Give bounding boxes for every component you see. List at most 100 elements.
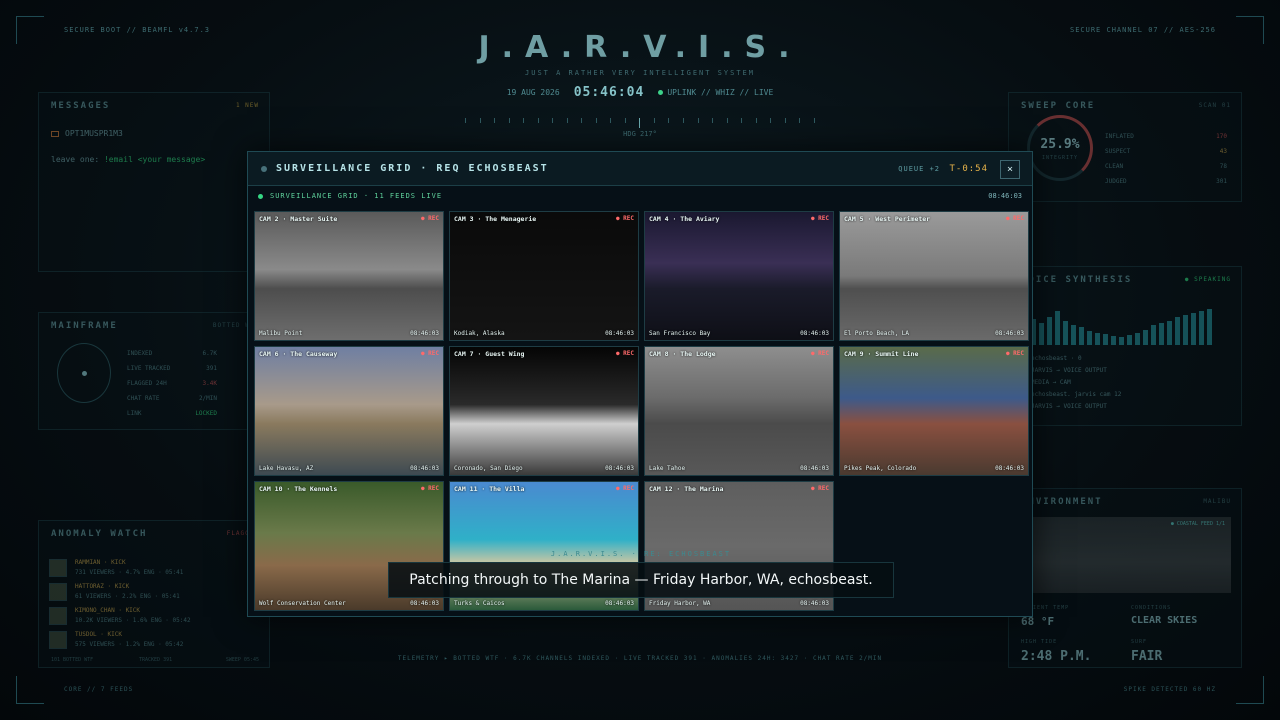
message-sender: OPT1MUSPR1M3	[51, 129, 123, 138]
rec-indicator: ● REC	[420, 215, 439, 222]
sweep-core-panel: SWEEP CORE SCAN 01 25.9% INTEGRITY INFLA…	[1008, 92, 1242, 202]
waveform-bar	[1079, 327, 1084, 345]
rec-indicator: ● REC	[810, 350, 829, 357]
rec-indicator: ● REC	[420, 350, 439, 357]
clock-readout: 05:46:04	[573, 85, 645, 100]
frame-corner	[16, 676, 44, 704]
uplink-status: UPLINK // WHIZ // LIVE	[658, 88, 773, 97]
waveform-bar	[1183, 315, 1188, 345]
camera-name: CAM 9 · Summit Line	[844, 350, 919, 358]
camera-tile[interactable]: CAM 5 · West Perimeter ● REC El Porto Beac…	[839, 211, 1029, 341]
waveform-bar	[1111, 336, 1116, 345]
panel-tag: SCAN 01	[1198, 102, 1231, 109]
camera-tile[interactable]: CAM 7 · Guest Wing ● REC Coronado, San Die…	[449, 346, 639, 476]
anomaly-panel: ANOMALY WATCH FLAGGED RAMMIAN · KICK 731 …	[38, 520, 270, 668]
camera-name: CAM 2 · Master Suite	[259, 215, 338, 223]
rec-indicator: ● REC	[420, 485, 439, 492]
brand-header: J.A.R.V.I.S. JUST A RATHER VERY INTELLIG…	[0, 30, 1280, 100]
frame-corner	[1236, 676, 1264, 704]
grid-time: 08:46:03	[988, 192, 1022, 200]
rec-indicator: ● REC	[615, 215, 634, 222]
waveform-bar	[1167, 321, 1172, 345]
camera-location: San Francisco Bay	[649, 330, 711, 337]
caption-source: J.A.R.V.I.S. · RE: ECHOSBEAST	[550, 550, 732, 558]
app-title: J.A.R.V.I.S.	[478, 30, 802, 65]
camera-timestamp: 08:46:03	[995, 465, 1024, 472]
camera-location: Lake Tahoe	[649, 465, 686, 472]
messages-badge: 1 NEW	[235, 102, 259, 109]
waveform-bar	[1207, 309, 1212, 345]
camera-tile[interactable]: CAM 8 · The Lodge ● REC Lake Tahoe 08:46:03	[644, 346, 834, 476]
waveform-bar	[1087, 331, 1092, 345]
camera-timestamp: 08:46:03	[605, 465, 634, 472]
camera-location: El Porto Beach, LA	[844, 330, 910, 337]
footer-status: SPIKE DETECTED 60 HZ	[1123, 686, 1216, 693]
channel-avatar	[49, 583, 67, 601]
stat-row: CHAT RATE 2/MIN	[127, 395, 217, 402]
voice-caption: J.A.R.V.I.S. · RE: ECHOSBEAST Patching t…	[388, 550, 894, 598]
conditions-label: CONDITIONS	[1131, 605, 1172, 611]
camera-location: Friday Harbor, WA	[649, 600, 711, 607]
panel-title: MESSAGES	[51, 101, 111, 111]
camera-name: CAM 4 · The Aviary	[649, 215, 720, 223]
camera-timestamp: 08:46:03	[410, 330, 439, 337]
panel-title: MAINFRAME	[51, 321, 118, 331]
mainframe-panel: MAINFRAME BOTTED WTF INDEXED 6.7K LIVE TR…	[38, 312, 270, 430]
live-dot-icon	[258, 194, 263, 199]
stat-row: INDEXED 6.7K	[127, 350, 217, 357]
messages-panel: MESSAGES 1 NEW OPT1MUSPR1M3 leave one: !…	[38, 92, 270, 272]
panel-title: ENVIRONMENT	[1021, 497, 1103, 507]
waveform-bar	[1191, 313, 1196, 345]
waveform-bar	[1175, 317, 1180, 345]
stat-row: LINK LOCKED	[127, 410, 217, 417]
waveform-bar	[1071, 325, 1076, 345]
waveform-bar	[1047, 317, 1052, 345]
camera-timestamp: 08:46:03	[800, 330, 829, 337]
waveform-bar	[1127, 335, 1132, 345]
modal-header: SURVEILLANCE GRID · REQ ECHOSBEAST QUEUE…	[248, 152, 1032, 186]
mail-icon	[51, 130, 59, 137]
camera-location: Coronado, San Diego	[454, 465, 523, 472]
camera-name: CAM 6 · The Causeway	[259, 350, 338, 358]
camera-timestamp: 08:46:03	[410, 465, 439, 472]
voice-log-line: JARVIS → VOICE OUTPUT	[1031, 403, 1107, 410]
integrity-value: 25.9%	[1040, 137, 1080, 152]
integrity-label: INTEGRITY	[1041, 155, 1079, 161]
camera-name: CAM 7 · Guest Wing	[454, 350, 525, 358]
modal-title: SURVEILLANCE GRID · REQ ECHOSBEAST	[276, 163, 549, 174]
camera-tile[interactable]: CAM 9 · Summit Line ● REC Pikes Peak, Colo…	[839, 346, 1029, 476]
grid-status: SURVEILLANCE GRID · 11 FEEDS LIVE	[270, 192, 443, 200]
close-button[interactable]: ×	[1000, 160, 1020, 179]
stat-row: CLEAN 78	[1105, 163, 1227, 170]
anomaly-row: RAMMIAN · KICK 731 VIEWERS · 4.7% ENG · 0…	[49, 557, 249, 579]
panel-title: SWEEP CORE	[1021, 101, 1096, 111]
conditions-value: CLEAR SKIES	[1131, 615, 1198, 626]
waveform-bar	[1055, 311, 1060, 345]
camera-tile[interactable]: CAM 2 · Master Suite ● REC Malibu Point 08:…	[254, 211, 444, 341]
camera-name: CAM 5 · West Perimeter	[844, 215, 931, 223]
footer-status: CORE // 7 FEEDS	[64, 686, 134, 693]
rec-indicator: ● REC	[810, 215, 829, 222]
camera-tile[interactable]: CAM 3 · The Menagerie ● REC Kodiak, Alaska…	[449, 211, 639, 341]
camera-timestamp: 08:46:03	[605, 330, 634, 337]
rec-indicator: ● REC	[1005, 350, 1024, 357]
tide-label: HIGH TIDE	[1021, 639, 1058, 645]
waveform-bar	[1159, 323, 1164, 345]
channel-avatar	[49, 559, 67, 577]
panel-title: VOICE SYNTHESIS	[1021, 275, 1133, 285]
anomaly-row: TUSDOL · KICK 575 VIEWERS · 1.2% ENG · 05…	[49, 629, 249, 651]
camera-location: Kodiak, Alaska	[454, 330, 505, 337]
camera-name: CAM 12 · The Marina	[649, 485, 724, 493]
camera-tile[interactable]: CAM 4 · The Aviary ● REC San Francisco Bay…	[644, 211, 834, 341]
surveillance-grid-modal: SURVEILLANCE GRID · REQ ECHOSBEAST QUEUE…	[247, 151, 1033, 617]
camera-tile[interactable]: CAM 6 · The Causeway ● REC Lake Havasu, AZ…	[254, 346, 444, 476]
camera-name: CAM 8 · The Lodge	[649, 350, 716, 358]
camera-location: Pikes Peak, Colorado	[844, 465, 917, 472]
voice-synthesis-panel: VOICE SYNTHESIS ● SPEAKING echosbeast · …	[1008, 266, 1242, 426]
telemetry-ticker: TELEMETRY ▸ BOTTED WTF · 6.7K CHANNELS I…	[397, 655, 883, 662]
waveform-bar	[1095, 333, 1100, 345]
camera-timestamp: 08:46:03	[800, 600, 829, 607]
waveform-bar	[1103, 334, 1108, 345]
queue-count: QUEUE +2	[898, 165, 940, 173]
panel-tag: MALIBU	[1203, 498, 1231, 505]
